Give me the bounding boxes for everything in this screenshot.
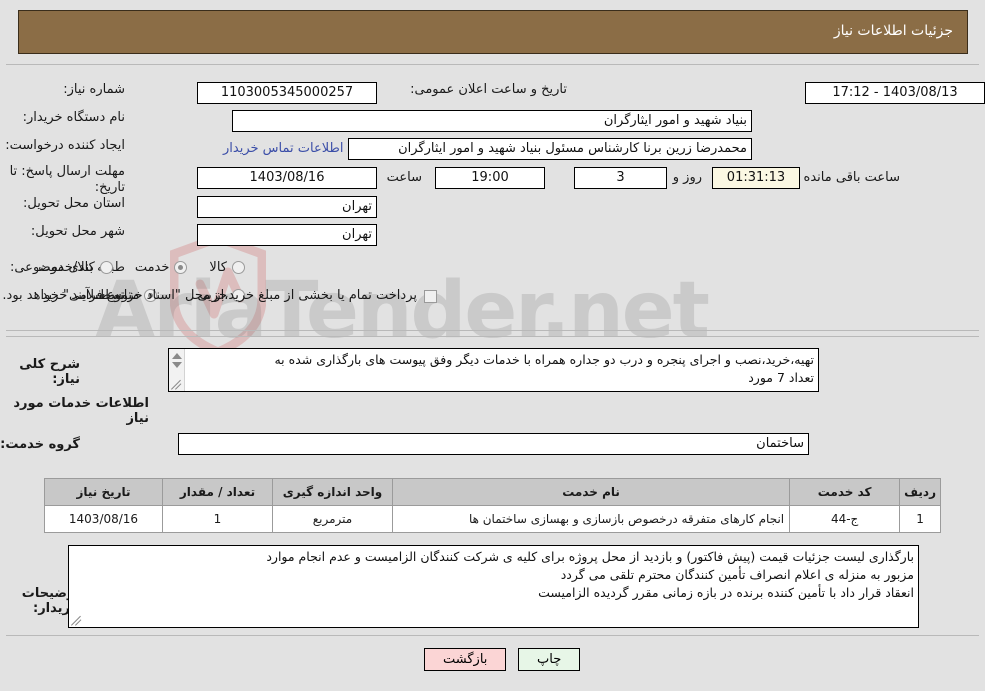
general-description-label: شرح کلی نیاز: <box>19 357 80 387</box>
category-label-kala: کالا <box>209 260 227 275</box>
deadline-label-line1: مهلت ارسال پاسخ: تا <box>9 164 125 179</box>
general-description-line1: تهیه،خرید،نصب و اجرای پنجره و درب دو جدا… <box>274 352 814 367</box>
table-header-row: ردیف کد خدمت نام خدمت واحد اندازه گیری ت… <box>44 478 941 506</box>
announce-datetime-label: تاریخ و ساعت اعلان عمومی: <box>410 82 567 97</box>
general-description-textarea[interactable]: تهیه،خرید،نصب و اجرای پنجره و درب دو جدا… <box>168 348 819 392</box>
buyer-contact-link[interactable]: اطلاعات تماس خریدار <box>223 141 343 156</box>
buyer-notes-resize-grip-icon[interactable] <box>71 615 82 626</box>
city-label-wrap: شهر محل تحویل: <box>31 224 125 240</box>
deadline-label-wrap: مهلت ارسال پاسخ: تا تاریخ: <box>10 164 125 196</box>
treasury-docs-checkbox-wrap[interactable]: پرداخت تمام یا بخشی از مبلغ خرید،از محل … <box>2 288 437 304</box>
announce-datetime-label-wrap: تاریخ و ساعت اعلان عمومی: <box>410 82 567 98</box>
back-button[interactable]: بازگشت <box>424 648 507 671</box>
treasury-docs-label: پرداخت تمام یا بخشی از مبلغ خرید،از محل … <box>2 288 417 303</box>
deadline-remaining-field: 01:31:13 <box>712 167 800 189</box>
page-header-bar: جزئیات اطلاعات نیاز <box>18 10 968 54</box>
col-code: کد خدمت <box>789 478 901 506</box>
requester-field[interactable]: محمدرضا زرین برنا کارشناس مسئول بنیاد شه… <box>348 138 752 160</box>
service-group-label: گروه خدمت: <box>0 437 80 452</box>
col-unit: واحد اندازه گیری <box>272 478 393 506</box>
cell-name: انجام کارهای متفرقه درخصوص بازسازی و بهس… <box>391 505 791 533</box>
deadline-hour-field[interactable]: 19:00 <box>435 167 545 189</box>
services-table: ردیف کد خدمت نام خدمت واحد اندازه گیری ت… <box>44 478 941 533</box>
treasury-docs-checkbox[interactable] <box>424 289 437 303</box>
category-radio-khedmat[interactable] <box>174 261 188 274</box>
table-row: 1 ج-44 انجام کارهای متفرقه درخصوص بازساز… <box>44 505 941 533</box>
deadline-days-label: روز و <box>672 170 702 185</box>
services-heading: اطلاعات خدمات مورد نیاز <box>13 396 149 426</box>
province-field[interactable]: تهران <box>197 196 377 218</box>
buyer-org-label: نام دستگاه خریدار: <box>22 110 125 125</box>
scroll-up-icon[interactable] <box>172 353 182 359</box>
province-label: استان محل تحویل: <box>23 196 125 211</box>
deadline-remaining-label: ساعت باقی مانده <box>803 170 900 185</box>
col-name: نام خدمت <box>391 478 791 506</box>
category-label-kala-khedmat: کالا/خدمت <box>38 260 95 275</box>
general-description-line2: تعداد 7 مورد <box>748 370 814 385</box>
category-option-kala-khedmat[interactable]: کالا/خدمت <box>38 260 113 275</box>
buyer-notes-line1: بارگذاری لیست جزئیات قیمت (پیش فاکتور) و… <box>266 549 914 564</box>
cell-radif: 1 <box>899 505 941 533</box>
cell-qty: 1 <box>162 505 273 533</box>
requester-label-wrap: ایجاد کننده درخواست: <box>5 138 125 154</box>
category-radio-kala-khedmat[interactable] <box>99 261 113 274</box>
col-qty: تعداد / مقدار <box>162 478 273 506</box>
cell-unit: مترمربع <box>272 505 393 533</box>
city-field[interactable]: تهران <box>197 224 377 246</box>
cell-code: ج-44 <box>789 505 901 533</box>
scroll-down-icon[interactable] <box>172 362 182 368</box>
city-label: شهر محل تحویل: <box>30 224 125 239</box>
category-radio-kala[interactable] <box>232 261 245 274</box>
page-title: جزئیات اطلاعات نیاز <box>833 23 953 39</box>
requester-label: ایجاد کننده درخواست: <box>5 138 125 153</box>
buyer-notes-line2: مزبور به منزله ی اعلام انصراف تأمین کنند… <box>560 567 914 582</box>
deadline-days-field[interactable]: 3 <box>574 167 667 189</box>
category-label-khedmat: خدمت <box>134 260 170 275</box>
buyer-org-label-wrap: نام دستگاه خریدار: <box>23 110 125 126</box>
need-number-field[interactable]: 1103005345000257 <box>197 82 377 104</box>
print-button[interactable]: چاپ <box>518 648 581 671</box>
need-number-label: شماره نیاز: <box>63 82 125 97</box>
buyer-org-field[interactable]: بنیاد شهید و امور ایثارگران <box>232 110 752 132</box>
buyer-notes-line3: انعقاد قرار داد با تأمین کننده برنده در … <box>538 585 914 600</box>
resize-grip-icon[interactable] <box>171 379 182 390</box>
col-radif: ردیف <box>899 478 941 506</box>
category-option-khedmat[interactable]: خدمت <box>135 260 188 275</box>
need-number-label-wrap: شماره نیاز: <box>63 82 125 98</box>
deadline-date-field[interactable]: 1403/08/16 <box>197 167 377 189</box>
category-radio-group: کالا خدمت کالا/خدمت <box>38 260 245 275</box>
province-label-wrap: استان محل تحویل: <box>23 196 125 212</box>
buyer-notes-textarea[interactable]: بارگذاری لیست جزئیات قیمت (پیش فاکتور) و… <box>68 545 919 628</box>
cell-date: 1403/08/16 <box>44 505 163 533</box>
service-group-field[interactable]: ساختمان <box>178 433 809 455</box>
announce-datetime-field[interactable]: 1403/08/13 - 17:12 <box>805 82 985 104</box>
deadline-label-line2: تاریخ: <box>94 180 125 195</box>
deadline-hour-label: ساعت <box>386 170 422 185</box>
col-date: تاریخ نیاز <box>44 478 163 506</box>
category-option-kala[interactable]: کالا <box>209 260 245 275</box>
